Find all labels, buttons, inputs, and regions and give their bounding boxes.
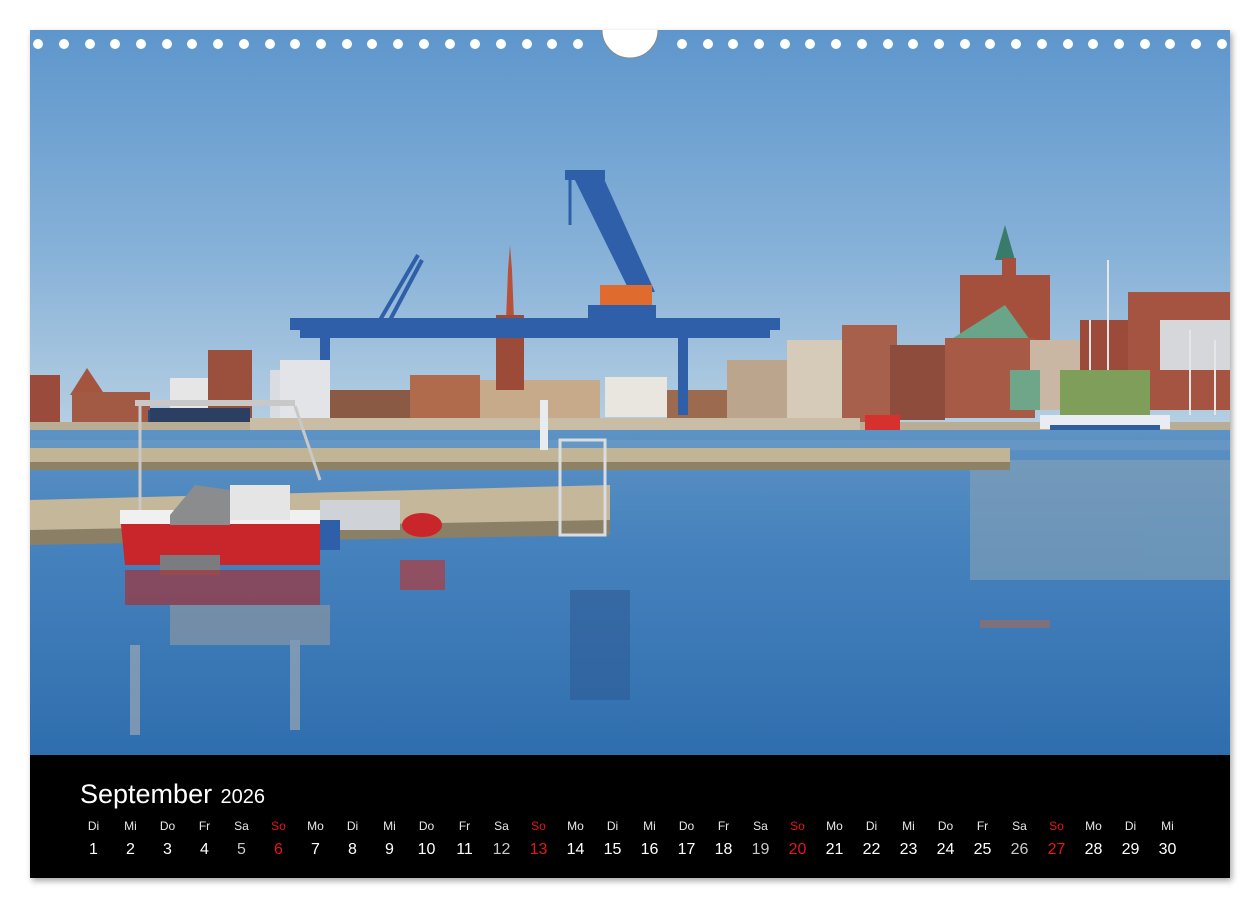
day-number: 30 (1158, 841, 1177, 858)
day-number: 29 (1121, 841, 1140, 858)
weekday-label: Mo (567, 819, 584, 833)
day-number: 16 (640, 841, 659, 858)
calendar-title: September 2026 (80, 779, 265, 810)
day-number: 17 (677, 841, 696, 858)
weekday-label: Di (346, 819, 359, 833)
day-number: 7 (311, 841, 320, 858)
day-number: 5 (237, 841, 246, 858)
calendar-page: September 2026 Di 1 Mi 2 Do 3 Fr 4 Sa 5 So 6 Mo 7 Di 8 M… (30, 30, 1230, 878)
harbor-photo (30, 30, 1230, 755)
day-number: 10 (417, 841, 436, 858)
weekday-label: Mi (643, 819, 656, 833)
day-number: 12 (492, 841, 511, 858)
day-number: 13 (529, 841, 548, 858)
weekday-label: Do (678, 819, 695, 833)
day-number: 9 (385, 841, 394, 858)
day-number: 14 (566, 841, 585, 858)
weekday-label: Fr (976, 819, 989, 833)
weekday-label: Di (606, 819, 619, 833)
weekday-label: Sa (753, 819, 768, 833)
day-number: 11 (456, 841, 473, 858)
month-name: September (80, 779, 213, 809)
weekday-label: Sa (494, 819, 509, 833)
weekday-label: Di (87, 819, 100, 833)
day-number: 6 (274, 841, 283, 858)
weekday-label: Do (418, 819, 435, 833)
day-number: 25 (973, 841, 992, 858)
calendar-strip: September 2026 Di 1 Mi 2 Do 3 Fr 4 Sa 5 So 6 Mo 7 Di 8 M… (30, 755, 1230, 878)
weekday-label: Mo (826, 819, 843, 833)
weekday-label: Mi (124, 819, 137, 833)
binding-holes (33, 30, 1227, 59)
day-number: 3 (163, 841, 172, 858)
weekday-label: Fr (717, 819, 730, 833)
weekday-label: Mi (1161, 819, 1174, 833)
weekday-label: Di (865, 819, 878, 833)
weekday-label: Sa (1012, 819, 1027, 833)
weekday-label: Do (937, 819, 954, 833)
weekday-label: Mi (383, 819, 396, 833)
day-number: 24 (936, 841, 955, 858)
weekday-label: So (790, 819, 805, 833)
day-number: 2 (126, 841, 135, 858)
day-number: 18 (714, 841, 733, 858)
weekday-label: Di (1124, 819, 1137, 833)
weekday-label: Fr (198, 819, 211, 833)
weekday-label: Mo (1085, 819, 1102, 833)
weekday-label: Mi (902, 819, 915, 833)
weekday-label: Do (159, 819, 176, 833)
day-number: 22 (862, 841, 881, 858)
day-number: 21 (825, 841, 844, 858)
day-number: 15 (603, 841, 622, 858)
year: 2026 (220, 786, 266, 808)
day-number: 19 (751, 841, 770, 858)
day-number: 8 (348, 841, 357, 858)
weekday-label: So (531, 819, 546, 833)
day-number: 20 (788, 841, 807, 858)
weekday-label: Fr (458, 819, 471, 833)
weekday-label: So (1049, 819, 1064, 833)
day-number: 23 (899, 841, 918, 858)
weekday-label: Sa (234, 819, 249, 833)
day-number: 4 (200, 841, 209, 858)
weekday-label: So (271, 819, 286, 833)
day-number: 27 (1047, 841, 1066, 858)
weekday-label: Mo (307, 819, 324, 833)
day-number: 1 (89, 841, 98, 858)
day-number: 28 (1084, 841, 1103, 858)
day-number: 26 (1010, 841, 1029, 858)
